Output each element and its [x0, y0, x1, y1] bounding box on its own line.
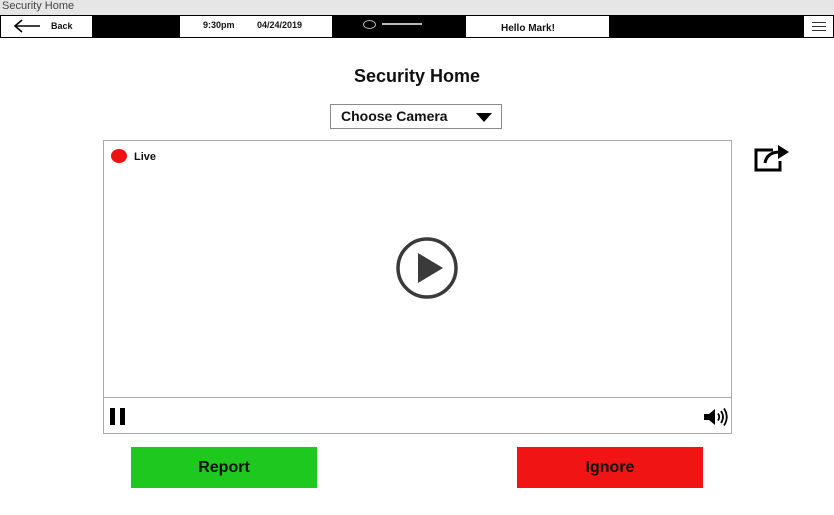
play-icon[interactable] — [395, 236, 459, 300]
dropdown-caret-icon — [476, 113, 492, 122]
greeting-text: Hello Mark! — [501, 23, 555, 34]
status-bar: Back 9:30pm 04/24/2019 Hello Mark! — [0, 15, 834, 38]
camera-select-value: Choose Camera — [341, 108, 448, 124]
ignore-button[interactable]: Ignore — [517, 447, 703, 488]
datetime-display: 9:30pm 04/24/2019 — [179, 15, 333, 38]
page-title: Security Home — [353, 66, 481, 86]
window-titlebar: Security Home — [0, 0, 834, 15]
time-text: 9:30pm — [203, 20, 235, 30]
menu-button[interactable] — [803, 15, 834, 38]
window-title: Security Home — [2, 0, 75, 12]
volume-icon[interactable] — [703, 407, 729, 427]
camera-notch — [332, 15, 466, 38]
speaker-slot — [382, 23, 422, 25]
share-icon[interactable] — [753, 143, 791, 173]
live-dot-icon — [111, 149, 127, 163]
camera-select-dropdown[interactable]: Choose Camera — [330, 104, 502, 129]
video-player[interactable]: Live — [103, 140, 732, 434]
back-arrow-icon — [13, 19, 40, 33]
status-bar-spacer — [92, 15, 180, 38]
video-controls — [104, 397, 731, 434]
status-bar-spacer — [609, 15, 804, 38]
back-button[interactable]: Back — [0, 15, 93, 38]
report-button[interactable]: Report — [131, 447, 317, 488]
menu-icon — [812, 22, 826, 34]
camera-notch-icon — [363, 20, 376, 29]
back-label: Back — [51, 21, 73, 31]
live-status-label: Live — [134, 151, 157, 163]
greeting-box: Hello Mark! — [465, 15, 610, 38]
pause-icon[interactable] — [110, 408, 128, 426]
date-text: 04/24/2019 — [257, 20, 303, 30]
